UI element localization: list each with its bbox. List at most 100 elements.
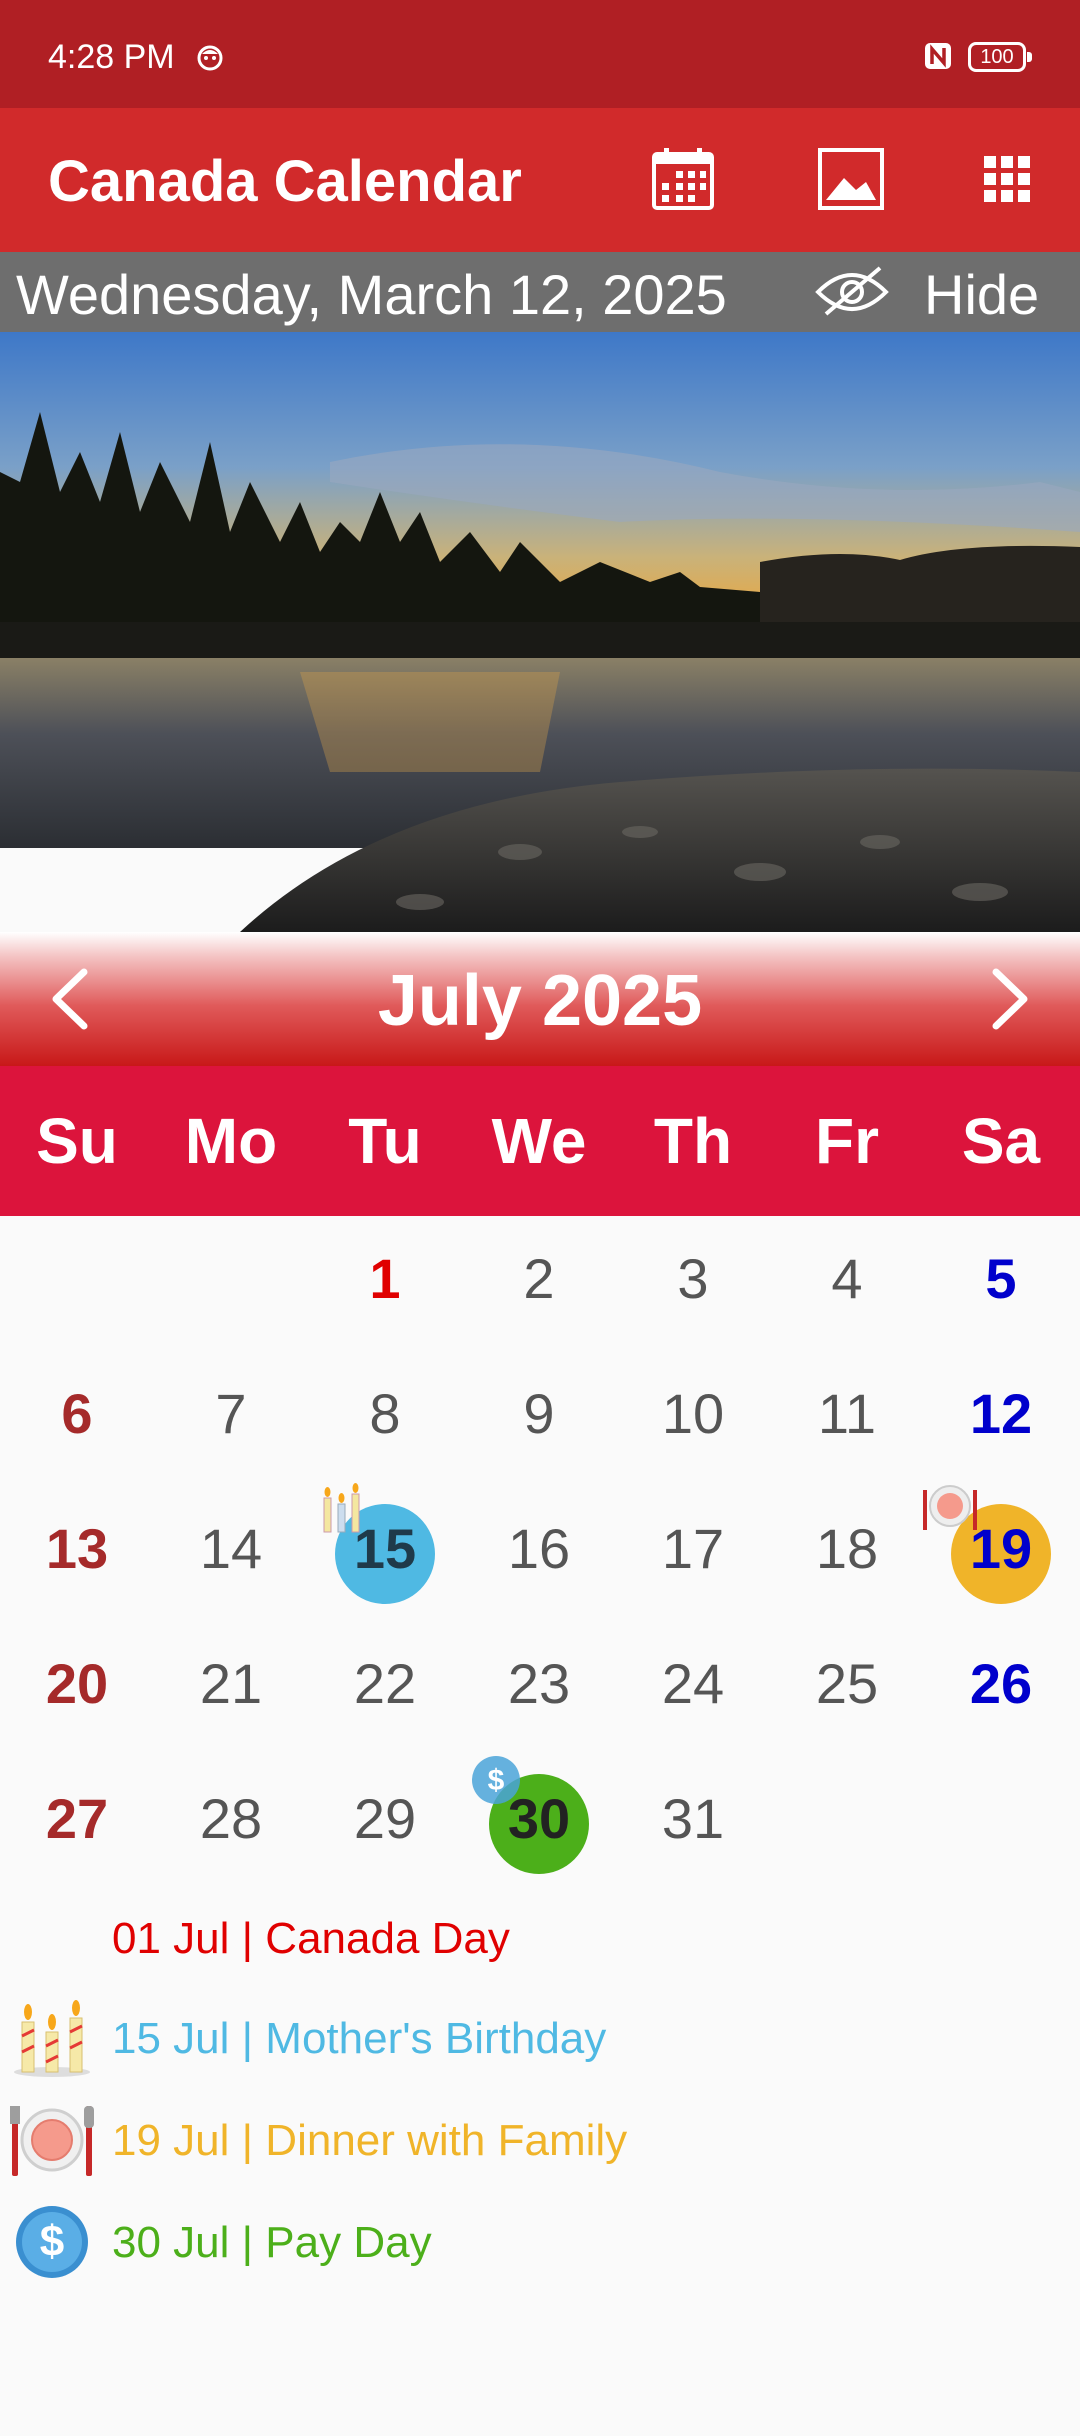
day-cell[interactable]: 13 [0,1486,154,1621]
day-cell[interactable]: 26 [924,1621,1078,1756]
landscape-photo [0,332,1080,932]
day-cell[interactable]: 20 [0,1621,154,1756]
day-number: 3 [677,1247,709,1310]
day-cell[interactable]: 4 [770,1216,924,1351]
day-number: 20 [45,1652,109,1715]
day-cell[interactable]: 1 [308,1216,462,1351]
day-number: 14 [199,1517,263,1580]
day-cell[interactable]: 16 [462,1486,616,1621]
day-number: 21 [199,1652,263,1715]
day-cell[interactable]: 22 [308,1621,462,1756]
battery-indicator: 100 [968,42,1032,72]
event-item[interactable]: 19 Jul | Dinner with Family [0,2088,1080,2188]
day-number: 17 [661,1517,725,1580]
weekday-friday: Fr [815,1105,879,1177]
day-number: 16 [507,1517,571,1580]
day-cell[interactable]: 3 [616,1216,770,1351]
status-time: 4:28 PM [48,38,175,76]
day-number: 28 [199,1787,263,1850]
notification-icon [197,45,223,71]
day-cell[interactable]: 14 [154,1486,308,1621]
day-number: 26 [969,1652,1033,1715]
day-cell-dinner[interactable]: 19 [923,1485,1078,1621]
month-title: July 2025 [377,961,703,1041]
day-cell[interactable]: 8 [308,1351,462,1486]
day-number: 9 [523,1382,555,1445]
day-number: 5 [985,1247,1017,1310]
day-cell[interactable]: 10 [616,1351,770,1486]
event-item[interactable]: 15 Jul | Mother's Birthday [0,1986,1080,2086]
header-photo [0,332,1080,932]
event-text: 19 Jul | Dinner with Family [112,2116,628,2165]
day-number: 30 [507,1787,571,1850]
event-text: 01 Jul | Canada Day [112,1914,510,1963]
day-number: 12 [969,1382,1033,1445]
day-number: 1 [369,1247,401,1310]
event-text: 15 Jul | Mother's Birthday [112,2014,607,2063]
day-cell[interactable]: 11 [770,1351,924,1486]
event-item[interactable]: $ 30 Jul | Pay Day [0,2190,1080,2290]
next-month-button[interactable] [974,962,1044,1036]
day-number: 13 [45,1517,109,1580]
day-number: 8 [369,1382,401,1445]
weekday-sunday: Su [36,1105,118,1177]
day-cell[interactable]: 28 [154,1756,308,1891]
day-number: 25 [815,1652,879,1715]
dinner-plate-icon [10,2106,94,2176]
app-title: Canada Calendar [48,149,522,214]
status-bar: 4:28 PM 100 [0,0,1080,108]
day-number: 24 [661,1652,725,1715]
day-cell[interactable]: 9 [462,1351,616,1486]
day-number: 22 [353,1652,417,1715]
current-date: Wednesday, March 12, 2025 [16,263,727,326]
day-number: 11 [817,1382,877,1445]
weekday-header: Su Mo Tu We Th Fr Sa [0,1066,1080,1216]
day-number: 15 [353,1517,417,1580]
day-cell[interactable]: 7 [154,1351,308,1486]
weekday-monday: Mo [184,1105,278,1177]
day-cell[interactable]: 31 [616,1756,770,1891]
day-number: 10 [661,1382,725,1445]
wallpaper-button[interactable] [816,144,886,214]
day-number: 7 [215,1382,247,1445]
day-cell[interactable]: 21 [154,1621,308,1756]
day-cell[interactable]: 2 [462,1216,616,1351]
day-number: 27 [45,1787,109,1850]
svg-text:$: $ [40,2217,64,2266]
day-number: 6 [61,1382,93,1445]
day-cell[interactable]: 17 [616,1486,770,1621]
day-number: 2 [523,1247,555,1310]
weekday-thursday: Th [653,1105,733,1177]
birthday-candles-icon [14,2000,90,2077]
day-cell[interactable]: 18 [770,1486,924,1621]
day-cell[interactable]: 24 [616,1621,770,1756]
day-cell[interactable]: 23 [462,1621,616,1756]
weekday-wednesday: We [491,1105,587,1177]
nfc-icon [925,43,951,69]
day-cell[interactable]: 29 [308,1756,462,1891]
image-icon [818,148,884,210]
day-cell[interactable]: 25 [770,1621,924,1756]
day-number: 31 [661,1787,725,1850]
eye-off-icon[interactable] [814,264,890,320]
day-number: 23 [507,1652,571,1715]
calendar-grid: 1 2 3 4 5 6 7 8 9 10 11 12 13 14 15 16 1… [0,1216,1080,1886]
day-number: 29 [353,1787,417,1850]
weekday-saturday: Sa [961,1105,1041,1177]
event-text: 30 Jul | Pay Day [112,2218,432,2267]
calendar-icon [652,148,714,210]
day-cell-payday[interactable]: $ 30 [462,1756,616,1891]
current-date-strip: Wednesday, March 12, 2025 Hide [0,252,1080,332]
hide-button[interactable]: Hide [924,262,1039,327]
day-number: 4 [831,1247,863,1310]
event-item[interactable]: 01 Jul | Canada Day [0,1886,1080,1986]
day-cell[interactable]: 27 [0,1756,154,1891]
day-cell[interactable]: 12 [924,1351,1078,1486]
apps-menu-button[interactable] [972,144,1042,214]
day-cell[interactable]: 5 [924,1216,1078,1351]
day-number: 19 [969,1517,1033,1580]
day-cell[interactable]: 6 [0,1351,154,1486]
day-cell-birthday[interactable]: 15 [308,1483,462,1621]
calendar-button[interactable] [648,144,718,214]
dollar-coin-icon: $ [16,2206,88,2278]
